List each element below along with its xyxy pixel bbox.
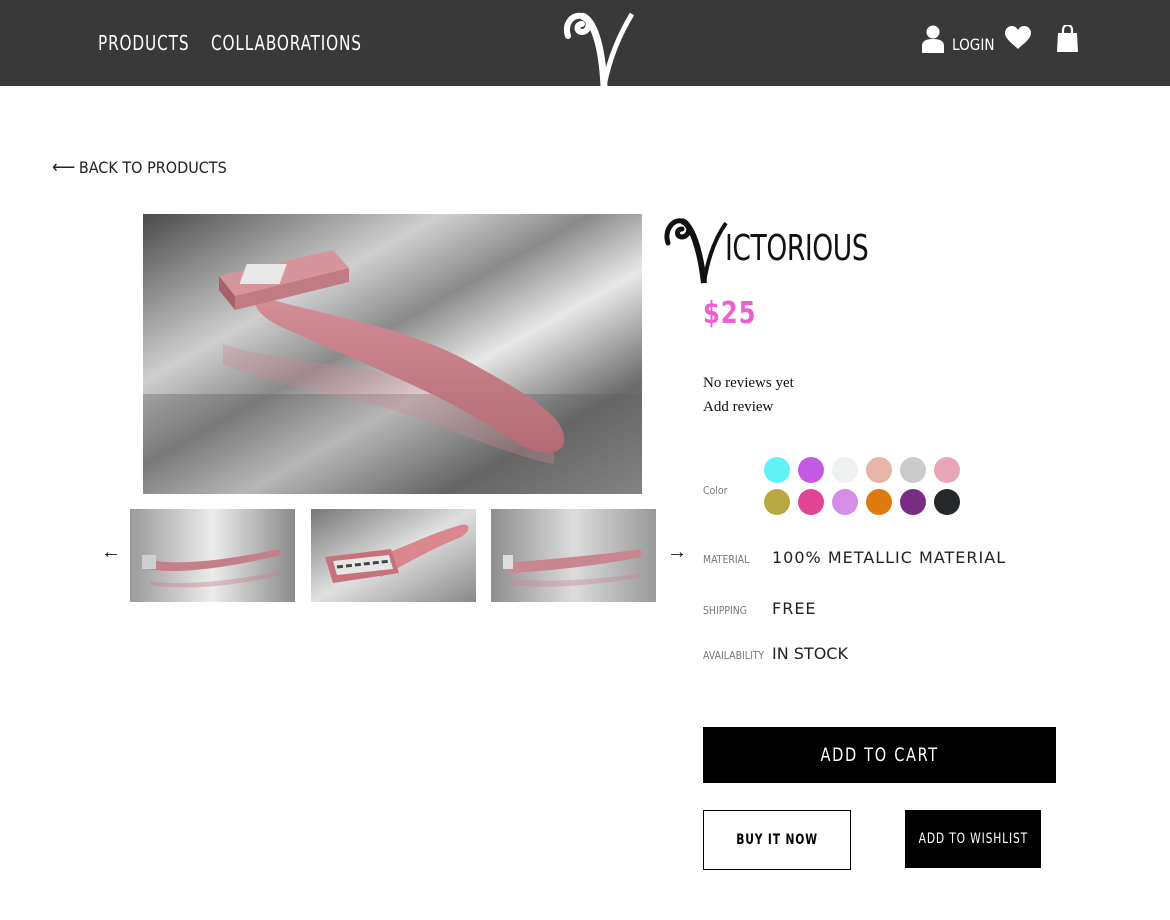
color-swatch[interactable] bbox=[866, 489, 892, 515]
color-swatch[interactable] bbox=[798, 457, 824, 483]
material-value: 100% METALLIC MATERIAL bbox=[772, 548, 1007, 567]
color-swatch[interactable] bbox=[764, 489, 790, 515]
product-main-image bbox=[143, 214, 642, 494]
add-to-wishlist-label: ADD TO WISHLIST bbox=[918, 831, 1028, 847]
brand-logo-icon[interactable] bbox=[560, 6, 640, 86]
add-to-cart-label: ADD TO CART bbox=[820, 744, 939, 766]
color-swatch[interactable] bbox=[900, 457, 926, 483]
add-review-link[interactable]: Add review bbox=[703, 399, 773, 416]
color-swatch[interactable] bbox=[832, 457, 858, 483]
back-link-label: BACK TO PRODUCTS bbox=[78, 158, 227, 177]
nav-products-link[interactable]: PRODUCTS bbox=[98, 31, 189, 55]
add-to-cart-button[interactable]: ADD TO CART bbox=[703, 727, 1056, 783]
product-price: $25 bbox=[703, 296, 757, 331]
color-swatch[interactable] bbox=[934, 489, 960, 515]
color-swatch[interactable] bbox=[934, 457, 960, 483]
product-thumbnail-1[interactable] bbox=[130, 509, 295, 602]
shipping-label: SHIPPING bbox=[703, 604, 748, 617]
availability-value: IN STOCK bbox=[772, 644, 848, 663]
nav-collaborations-link[interactable]: COLLABORATIONS bbox=[211, 31, 362, 55]
arrow-left-icon: ⟵ bbox=[52, 156, 76, 178]
shopping-bag-icon[interactable] bbox=[1057, 25, 1078, 52]
user-icon bbox=[922, 25, 944, 53]
color-swatch[interactable] bbox=[798, 489, 824, 515]
color-swatch[interactable] bbox=[866, 457, 892, 483]
color-swatch[interactable] bbox=[900, 489, 926, 515]
back-to-products-link[interactable]: ⟵ BACK TO PRODUCTS bbox=[52, 158, 227, 177]
color-swatch[interactable] bbox=[832, 489, 858, 515]
buy-it-now-label: BUY IT NOW bbox=[736, 832, 818, 848]
add-to-wishlist-button[interactable]: ADD TO WISHLIST bbox=[905, 810, 1041, 868]
color-label: Color bbox=[703, 484, 728, 497]
v-logo-icon bbox=[664, 218, 728, 284]
buy-it-now-button[interactable]: BUY IT NOW bbox=[703, 810, 851, 870]
material-label: MATERIAL bbox=[703, 553, 750, 566]
heart-icon[interactable] bbox=[1005, 26, 1031, 50]
gallery-next-arrow[interactable]: → bbox=[667, 542, 687, 562]
availability-label: AVAILABILITY bbox=[703, 649, 765, 662]
color-swatch[interactable] bbox=[764, 457, 790, 483]
login-label: LOGIN bbox=[952, 35, 995, 54]
product-thumbnail-2[interactable] bbox=[311, 509, 476, 602]
product-name: ICTORIOUS bbox=[725, 228, 869, 269]
gallery-prev-arrow[interactable]: ← bbox=[101, 542, 121, 562]
shipping-value: FREE bbox=[772, 599, 817, 618]
reviews-status: No reviews yet bbox=[703, 375, 794, 391]
product-thumbnail-3[interactable] bbox=[491, 509, 656, 602]
top-navigation-bar: PRODUCTS COLLABORATIONS LOGIN bbox=[0, 0, 1170, 86]
